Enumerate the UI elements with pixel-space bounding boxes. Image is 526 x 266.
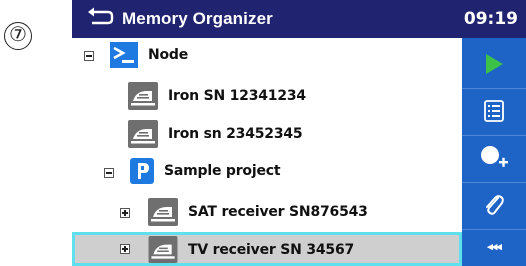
tree-item-label: Node [148,47,189,63]
tree-row-node[interactable]: Node [72,38,462,74]
expand-icon[interactable] [120,208,130,218]
tree-row-tv-receiver[interactable]: TV receiver SN 34567 [72,232,462,266]
tree-item-label: SAT receiver SN876543 [188,204,368,220]
more-options-button[interactable]: ◂◂◂ [462,226,526,266]
appliance-iron-icon [148,236,178,263]
instrument-screen: Memory Organizer 09:19 Node Iron SN 1234… [72,0,526,266]
tree-row-iron-2[interactable]: Iron sn 23452345 [72,116,462,152]
tree-item-label: Iron sn 23452345 [168,126,303,142]
collapse-icon[interactable] [104,168,114,178]
paperclip-icon [486,195,504,215]
collapse-icon[interactable] [84,51,94,61]
view-list-button[interactable] [462,89,526,133]
tree-item-label: Iron SN 12341234 [168,88,306,104]
appliance-iron-icon [128,120,158,148]
node-icon [110,42,138,68]
back-arrow-icon[interactable] [86,6,116,28]
memory-tree: Node Iron SN 12341234 Iron sn 23452345 S… [72,38,462,266]
attach-button[interactable] [462,183,526,227]
add-node-button[interactable] [462,136,526,180]
tree-item-label: Sample project [164,163,281,179]
tree-item-label: TV receiver SN 34567 [188,242,355,258]
action-sidebar: ◂◂◂ [462,38,526,266]
tree-row-sat-receiver[interactable]: SAT receiver SN876543 [72,194,462,230]
clock: 09:19 [463,9,518,29]
start-test-button[interactable] [462,42,526,86]
title-bar: Memory Organizer 09:19 [72,0,526,38]
project-icon [130,158,154,184]
tree-row-project[interactable]: Sample project [72,154,462,190]
list-icon [484,100,504,122]
more-options-icon: ◂◂◂ [487,240,502,253]
appliance-iron-icon [148,198,178,226]
page-title: Memory Organizer [122,9,273,28]
expand-icon[interactable] [120,244,130,254]
play-icon [486,54,503,74]
appliance-iron-icon [128,82,158,110]
tree-row-iron-1[interactable]: Iron SN 12341234 [72,78,462,114]
step-marker: ⑦ [4,22,32,50]
add-object-icon [481,146,508,167]
